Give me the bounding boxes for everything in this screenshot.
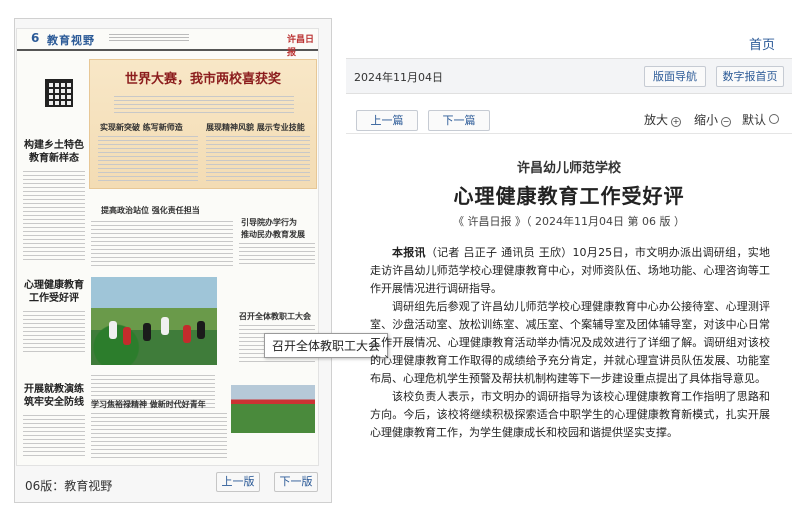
banner-intro-text: [114, 96, 294, 114]
article-kicker: 许昌幼儿师范学校: [516, 161, 621, 176]
article-source: 《 许昌日报 》（ 2024年11月04日 第 06 版 ）: [453, 215, 685, 228]
banner-title: 世界大赛，我市两校喜获奖: [124, 72, 281, 87]
bottom-story-body: [91, 413, 227, 461]
article-paragraph-1: 本报讯（记者 吕正子 通讯员 王欣）10月25日，市文明办派出调研组，实地走访许…: [370, 246, 771, 295]
masthead-section-name: 教育视野: [47, 34, 95, 47]
masthead-logo: 许昌日报: [287, 35, 315, 58]
side-story-3-body: [23, 415, 85, 459]
side-story-1-body: [23, 171, 85, 261]
zoom-out-control[interactable]: 缩小 −: [694, 111, 732, 128]
side-story-3[interactable]: 开展就教演练 筑牢安全防线: [23, 383, 85, 409]
page: 6 教育视野 许昌日报 构建乡土特色 教育新样态 心理健康教育 工作受好评 开展就教…: [0, 0, 800, 515]
home-link[interactable]: 首页: [749, 34, 775, 53]
layout-nav-button[interactable]: 版面导航: [644, 66, 706, 87]
minus-icon: −: [721, 117, 732, 127]
article-title: 心理健康教育工作受好评: [453, 184, 685, 208]
mid-story-2-body: [239, 243, 315, 267]
banner-sub-right: 展现精神风貌 展示专业技能: [206, 123, 305, 132]
prev-edition-button[interactable]: 上一版: [216, 472, 260, 492]
article-paragraph-3: 该校负责人表示，市文明办的调研指导为该校心理健康教育工作指明了思路和方向。今后，…: [370, 390, 770, 439]
banner-story[interactable]: 世界大赛，我市两校喜获奖 实现新突破 练写新师造 展现精神风貌 展示专业技能: [89, 59, 317, 189]
mid-story-2-title-a[interactable]: 引导院办学行为: [241, 217, 297, 228]
masthead-fine-print: [109, 34, 189, 46]
circle-icon: [769, 114, 780, 124]
next-edition-button[interactable]: 下一版: [274, 472, 318, 492]
article-paragraph-2: 调研组先后参观了许昌幼儿师范学校心理健康教育中心办公接待室、心理测评室、沙盘活动…: [370, 300, 770, 385]
date-bar: 2024年11月04日 版面导航 数字报首页: [346, 58, 792, 94]
sports-photo[interactable]: [91, 277, 217, 365]
zoom-in-control[interactable]: 放大 +: [644, 111, 682, 128]
plus-icon: +: [671, 117, 682, 127]
field-photo[interactable]: [231, 385, 315, 433]
mid-story-2-title-b[interactable]: 推动民办教育发展: [241, 229, 305, 240]
mid-story-1-body: [91, 221, 233, 267]
side-story-2-body: [23, 311, 85, 355]
mid-story-1-title[interactable]: 提高政治站位 强化责任担当: [101, 205, 200, 216]
article-body: 本报讯（记者 吕正子 通讯员 王欣）10月25日，市文明办派出调研组，实地走访许…: [370, 244, 770, 442]
article-lead: 本报讯: [392, 246, 426, 259]
side-story-1[interactable]: 构建乡土特色 教育新样态: [23, 139, 85, 165]
banner-sub-left: 实现新突破 练写新师造: [100, 123, 183, 132]
article-toolbar: 上一篇 下一篇 放大 + 缩小 − 默认: [346, 106, 792, 134]
masthead: 6 教育视野 许昌日报: [17, 29, 318, 58]
default-size-control[interactable]: 默认: [742, 111, 780, 128]
prev-article-button[interactable]: 上一篇: [356, 110, 418, 131]
side-story-2[interactable]: 心理健康教育 工作受好评: [23, 279, 85, 305]
banner-right-text: [206, 136, 310, 184]
banner-left-text: [98, 136, 198, 184]
issue-date: 2024年11月04日: [354, 71, 443, 84]
bottom-story-title[interactable]: 学习焦裕禄精神 做新时代好青年: [91, 399, 206, 410]
newspaper-page-image[interactable]: 6 教育视野 许昌日报 构建乡土特色 教育新样态 心理健康教育 工作受好评 开展就教…: [16, 28, 319, 466]
qr-code-icon: [45, 79, 73, 107]
next-article-button[interactable]: 下一篇: [428, 110, 490, 131]
edition-label: 06版：教育视野: [25, 479, 113, 493]
digital-home-button[interactable]: 数字报首页: [716, 66, 784, 87]
mid-story-3-title[interactable]: 召开全体教职工大会: [239, 311, 311, 322]
left-column: 构建乡土特色 教育新样态 心理健康教育 工作受好评 开展就教演练 筑牢安全防线: [21, 53, 87, 463]
page-footer: 06版：教育视野 上一版 下一版: [20, 470, 320, 494]
masthead-page-number: 6: [31, 31, 40, 45]
